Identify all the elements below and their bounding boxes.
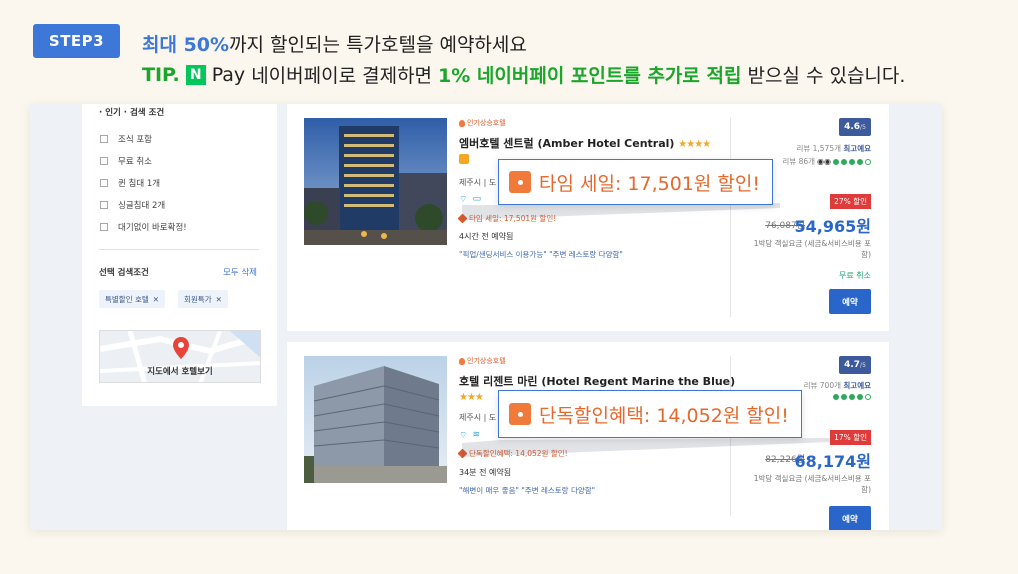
headline-text: 까지 할인되는 특가호텔을 예약하세요 [229,34,527,56]
tag-icon [509,403,531,425]
naver-pay-logo-icon: N [185,64,206,85]
tip-label: TIP. [142,63,180,86]
callout-text: 타임 세일: 17,501원 할인! [539,172,760,195]
tag-icon [509,171,531,193]
tip-text-2: 받으실 수 있습니다. [747,65,906,87]
callout-text: 단독할인혜택: 14,052원 할인! [539,404,789,427]
step-badge: STEP3 [33,24,120,58]
time-sale-callout: 타임 세일: 17,501원 할인! [498,159,773,205]
headline: 최대 50%까지 할인되는 특가호텔을 예약하세요 [142,30,527,57]
pay-word: Pay [211,63,246,86]
callout-pointer-shapes [462,203,830,457]
tip-text-1: 네이버페이로 결제하면 [251,65,433,87]
tip-text-green: 1% 네이버페이 포인트를 추가로 적립 [438,65,742,87]
tip-line: TIP. N Pay 네이버페이로 결제하면 1% 네이버페이 포인트를 추가로… [142,61,905,88]
screenshot-panel: · 인기 · 검색 조건 조식 포함 무료 취소 퀸 침대 1개 싱글침대 2개… [30,104,942,530]
exclusive-discount-callout: 단독할인혜택: 14,052원 할인! [498,390,802,438]
headline-highlight: 최대 50% [142,34,230,56]
